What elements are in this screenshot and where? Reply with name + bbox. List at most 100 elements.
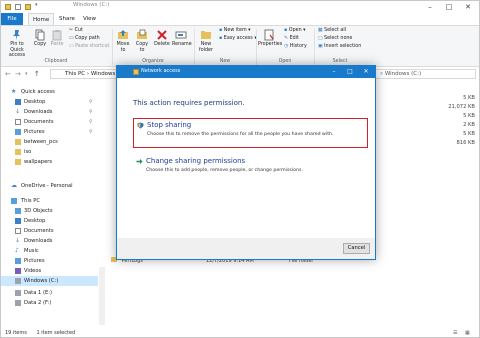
quick-access-dropdown-icon[interactable]: ▾: [35, 2, 39, 8]
cut-button[interactable]: ✂ Cut: [69, 28, 83, 34]
rename-button[interactable]: Rename: [172, 29, 192, 48]
nav-pc-downloads[interactable]: ↓ Downloads: [1, 236, 98, 246]
nav-wallpapers[interactable]: wallpapers: [1, 157, 98, 167]
history-icon: ◷: [284, 44, 289, 49]
paste-button[interactable]: Paste: [50, 29, 64, 48]
computer-icon: [11, 198, 17, 204]
open-group-label: Open: [278, 59, 292, 64]
tab-share[interactable]: Share: [55, 13, 79, 25]
move-to-icon: [118, 30, 128, 39]
edit-button[interactable]: ✎ Edit: [284, 36, 299, 42]
search-box[interactable]: ⌕ Windows (C:): [373, 69, 476, 79]
navigation-scrollbar[interactable]: [99, 267, 105, 325]
cloud-icon: ☁: [11, 182, 17, 189]
copy-path-button[interactable]: ▭ Copy path: [69, 36, 100, 42]
nav-music[interactable]: ♪ Music: [1, 246, 98, 256]
open-button[interactable]: ▪ Open ▾: [284, 28, 306, 34]
properties-quick-icon[interactable]: [15, 4, 21, 10]
nav-data-2[interactable]: Data 2 (F:): [1, 298, 98, 308]
folder-icon: [5, 4, 11, 10]
new-item-icon: ▪: [219, 28, 223, 33]
dialog-maximize-button[interactable]: □: [343, 66, 357, 78]
invert-selection-button[interactable]: ▣ Invert selection: [318, 44, 361, 50]
file-size: 21,072 KB: [448, 104, 475, 110]
select-group-label: Select: [332, 59, 348, 64]
new-folder-button[interactable]: New folder: [197, 29, 215, 53]
clipboard-group-label: Clipboard: [44, 59, 68, 64]
nav-documents[interactable]: Documents ⚲: [1, 117, 98, 127]
nav-pc-desktop[interactable]: Desktop: [1, 216, 98, 226]
drive-icon: [15, 290, 21, 296]
nav-data-1[interactable]: Data 1 (E:): [1, 288, 98, 298]
select-all-button[interactable]: ▦ Select all: [318, 28, 346, 34]
stop-sharing-option[interactable]: Stop sharing Choose this to remove the p…: [133, 118, 368, 148]
ribbon-tabs: File Home Share View: [1, 13, 479, 25]
nav-desktop[interactable]: Desktop ⚲: [1, 97, 98, 107]
desktop-icon: [15, 99, 21, 105]
dialog-close-button[interactable]: ✕: [359, 66, 373, 78]
document-icon: [15, 228, 21, 234]
nav-this-pc[interactable]: This PC: [1, 196, 98, 206]
nav-pc-documents[interactable]: Documents: [1, 226, 98, 236]
easy-access-button[interactable]: ▪ Easy access ▾: [219, 36, 257, 42]
nav-pc-pictures[interactable]: Pictures: [1, 256, 98, 266]
breadcrumb-this-pc[interactable]: This PC: [65, 71, 85, 77]
paste-shortcut-button[interactable]: ▭ Paste shortcut: [69, 44, 109, 50]
copy-path-icon: ▭: [69, 36, 74, 41]
nav-quick-access[interactable]: ★ Quick access: [1, 87, 98, 97]
desktop-icon: [15, 218, 21, 224]
close-button[interactable]: ✕: [461, 1, 475, 13]
select-none-icon: ▢: [318, 36, 323, 41]
tab-home[interactable]: Home: [28, 13, 55, 25]
move-to-button[interactable]: Move to: [115, 29, 131, 53]
pin-icon: [13, 30, 20, 40]
item-count: 19 items: [5, 330, 27, 336]
tab-view[interactable]: View: [79, 13, 100, 25]
open-icon: ▪: [284, 28, 288, 33]
network-folder-icon: [133, 69, 139, 75]
cancel-button[interactable]: Cancel: [343, 243, 370, 254]
window-title: Windows (C:): [73, 2, 110, 8]
maximize-button[interactable]: □: [442, 1, 456, 13]
file-size: 5 KB: [463, 131, 475, 137]
back-arrow-icon[interactable]: ←: [5, 70, 11, 78]
recent-locations-icon[interactable]: ▾: [25, 71, 28, 77]
properties-button[interactable]: Properties: [258, 29, 282, 48]
copy-to-button[interactable]: Copy to: [134, 29, 150, 53]
nav-windows-c[interactable]: Windows (C:): [1, 276, 98, 286]
nav-onedrive[interactable]: ☁ OneDrive - Personal: [1, 181, 98, 191]
nav-between-pcs[interactable]: between_pcs: [1, 137, 98, 147]
delete-button[interactable]: Delete: [154, 29, 170, 48]
right-arrow-icon: [136, 158, 143, 165]
title-bar: ▾ Windows (C:) – □ ✕: [1, 1, 479, 13]
tab-file[interactable]: File: [1, 13, 23, 25]
dialog-footer: Cancel: [117, 238, 375, 259]
nav-downloads[interactable]: ↓ Downloads ⚲: [1, 107, 98, 117]
dialog-minimize-button[interactable]: –: [327, 66, 341, 78]
pin-icon: ⚲: [89, 129, 93, 135]
nav-iso[interactable]: iso: [1, 147, 98, 157]
select-none-button[interactable]: ▢ Select none: [318, 36, 352, 42]
tiles-view-icon[interactable]: ▦: [465, 327, 470, 337]
navigation-pane: ★ Quick access Desktop ⚲ ↓ Downloads ⚲ D…: [1, 83, 98, 326]
nav-pictures[interactable]: Pictures ⚲: [1, 127, 98, 137]
history-button[interactable]: ◷ History: [284, 44, 307, 50]
properties-icon: [264, 29, 274, 41]
nav-videos[interactable]: Videos: [1, 266, 98, 276]
status-bar: 19 items 1 item selected ☰ ▦: [1, 327, 479, 337]
forward-arrow-icon[interactable]: →: [15, 70, 21, 78]
rename-icon: [175, 31, 187, 39]
details-view-icon[interactable]: ☰: [453, 327, 457, 337]
new-item-button[interactable]: ▪ New item ▾: [219, 28, 251, 34]
change-permissions-option[interactable]: Change sharing permissions Choose this t…: [133, 155, 368, 180]
pin-to-quick-access-button[interactable]: Pin to Quick access: [3, 29, 31, 59]
copy-button[interactable]: Copy: [33, 29, 47, 48]
up-arrow-icon[interactable]: ↑: [34, 70, 40, 78]
selection-count: 1 item selected: [36, 330, 76, 336]
shield-icon: [137, 122, 144, 129]
stop-sharing-title: Stop sharing: [147, 121, 192, 129]
nav-3d-objects[interactable]: 3D Objects: [1, 206, 98, 216]
invert-selection-icon: ▣: [318, 44, 323, 49]
minimize-button[interactable]: –: [423, 1, 437, 13]
new-folder-quick-icon[interactable]: [25, 4, 31, 10]
